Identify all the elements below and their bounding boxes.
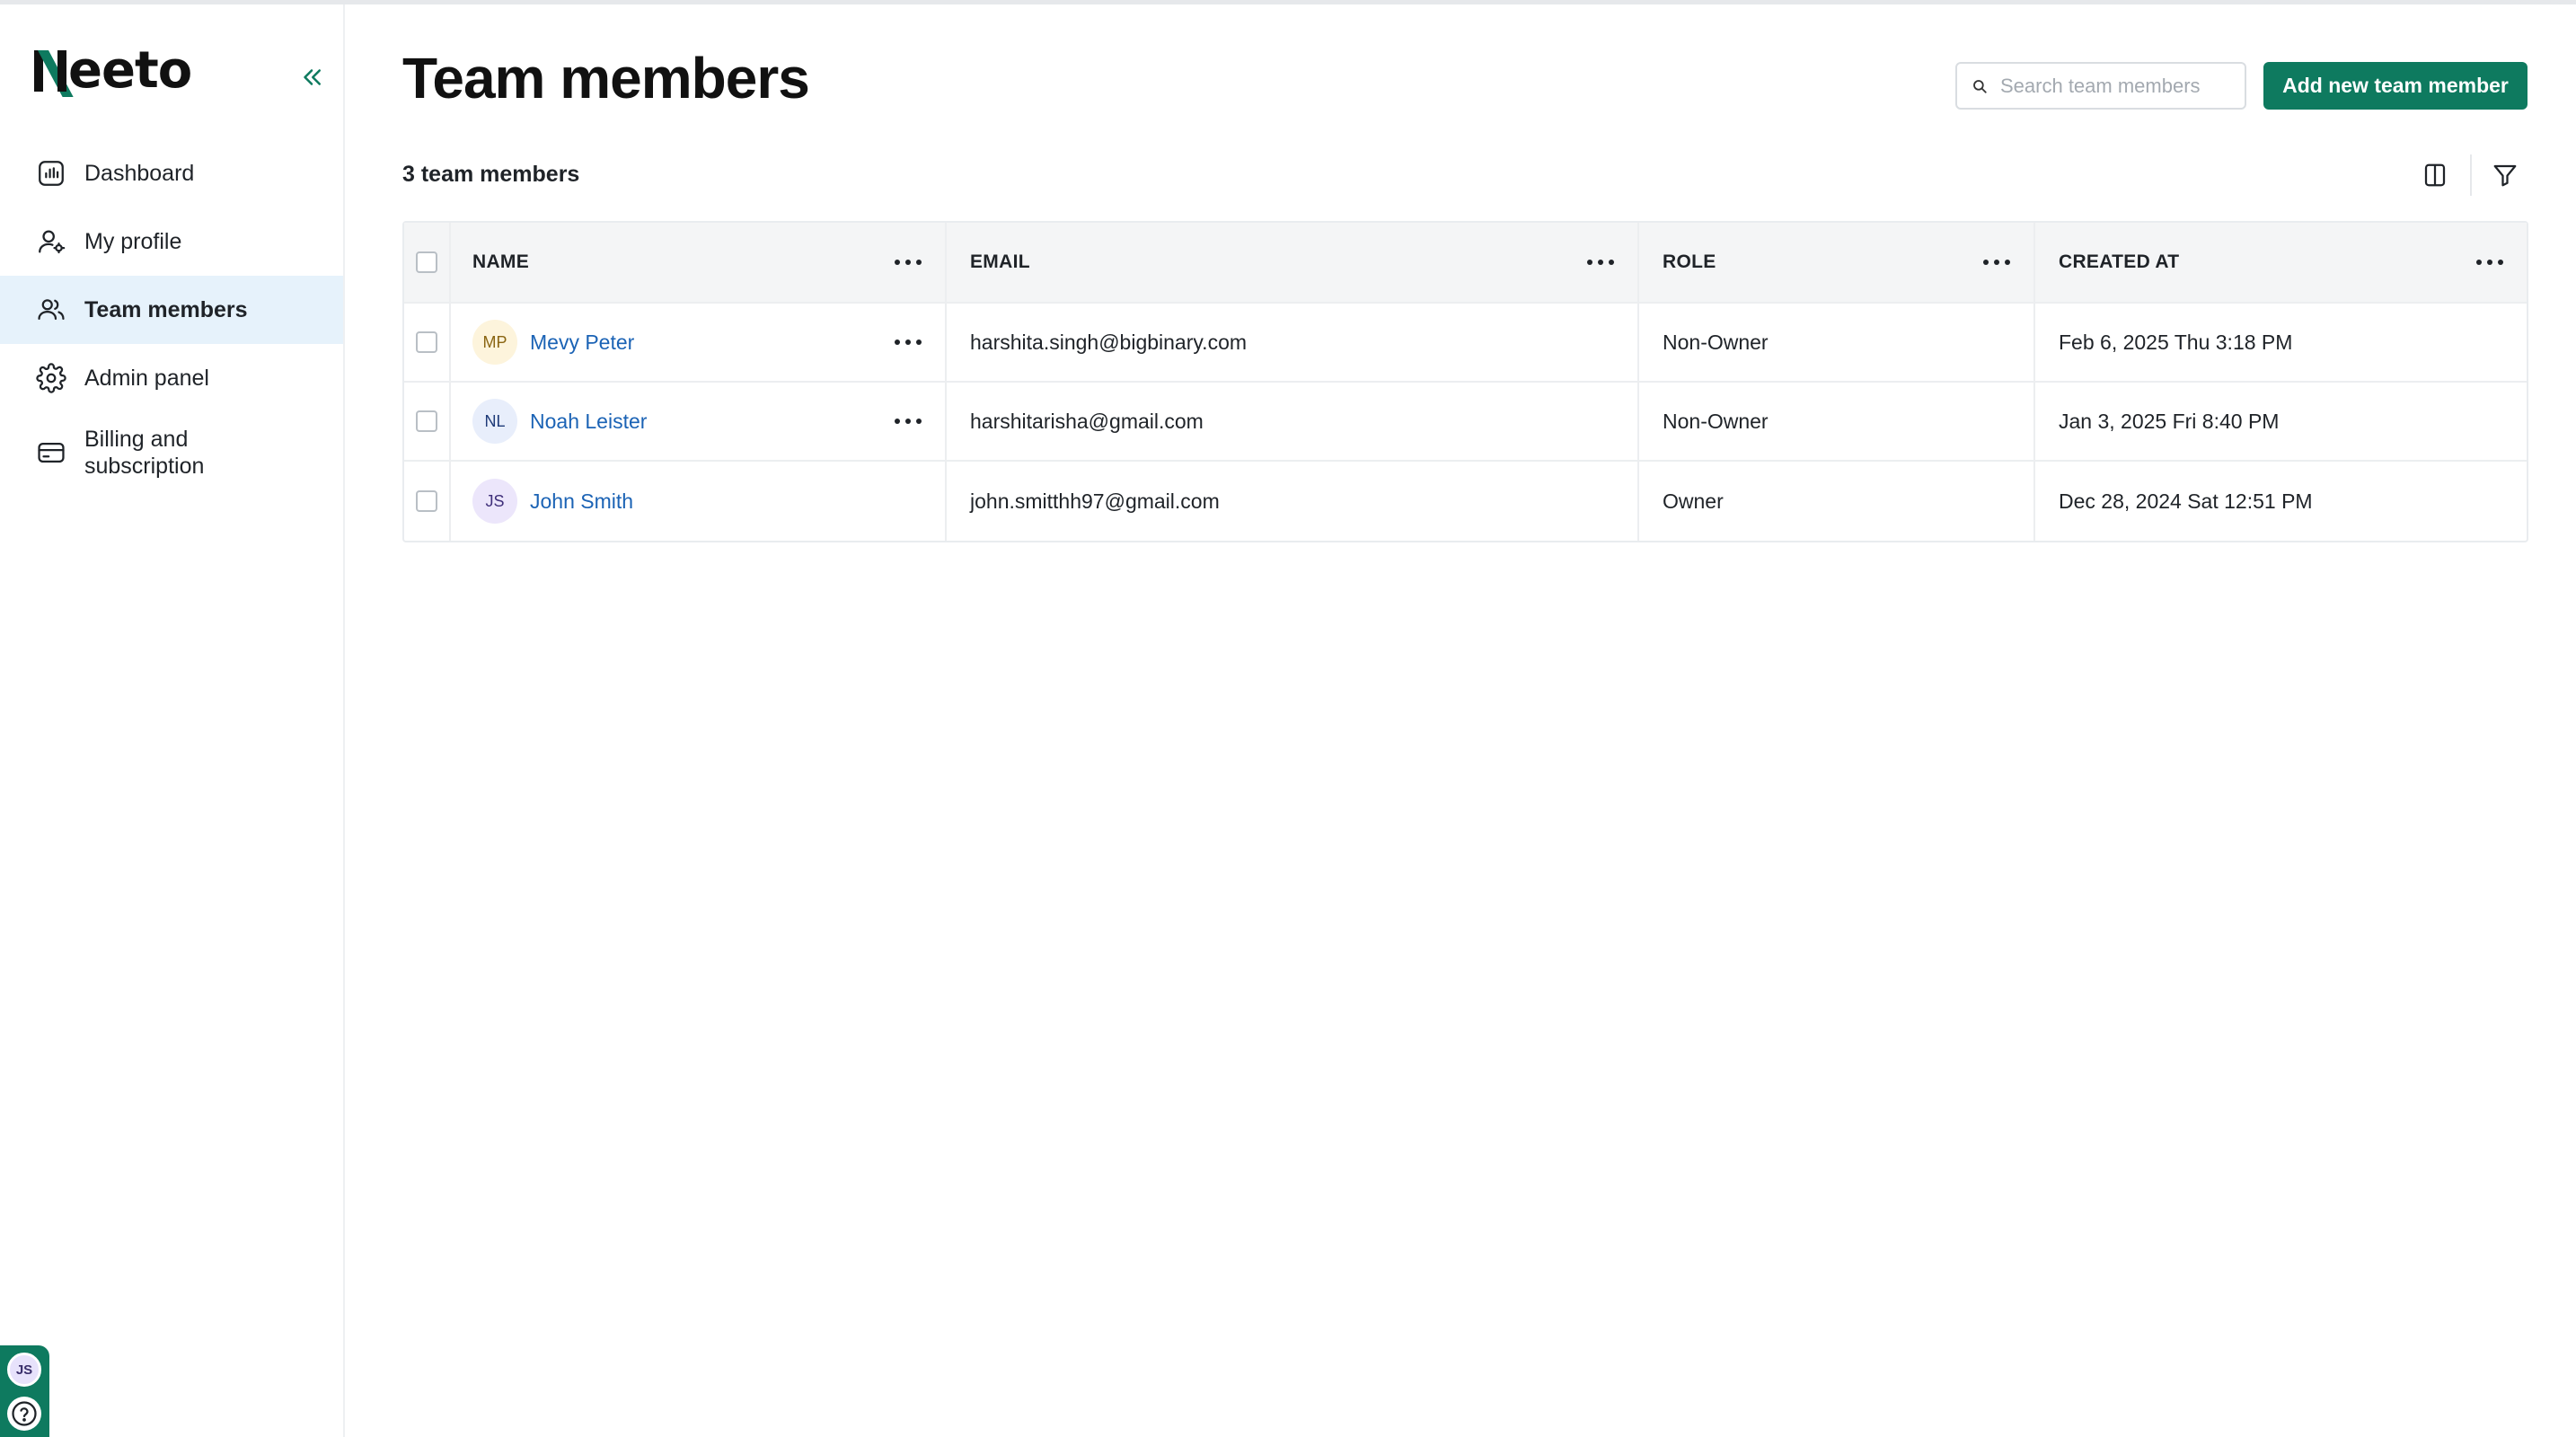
row-checkbox[interactable]: [416, 410, 437, 432]
logo-mark: [34, 50, 74, 97]
row-actions-icon[interactable]: [895, 338, 922, 347]
role-cell: Non-Owner: [1639, 383, 2035, 460]
neeto-logo[interactable]: eeto: [34, 41, 192, 100]
add-team-member-button[interactable]: Add new team member: [2263, 62, 2527, 110]
help-icon[interactable]: [7, 1397, 41, 1431]
sidebar-item-my-profile[interactable]: My profile: [0, 207, 343, 276]
search-field[interactable]: [1955, 62, 2246, 110]
created-at-cell: Dec 28, 2024 Sat 12:51 PM: [2059, 489, 2313, 513]
role-cell: Owner: [1639, 462, 2035, 541]
user-settings-icon: [39, 230, 66, 254]
row-select-cell: [404, 383, 451, 460]
email-cell: harshitarisha@gmail.com: [947, 383, 1639, 460]
row-actions-icon[interactable]: [895, 417, 922, 426]
sidebar-item-label: Billing and subscription: [84, 427, 205, 479]
sidebar: eeto Dashboard My profile Team members A…: [0, 4, 345, 1437]
columns-icon[interactable]: [2422, 162, 2448, 189]
role-cell: Non-Owner: [1639, 304, 2035, 381]
sidebar-item-team-members[interactable]: Team members: [0, 276, 343, 344]
column-header-label: CREATED AT: [2059, 251, 2180, 272]
row-select-cell: [404, 304, 451, 381]
sidebar-item-label: Dashboard: [84, 161, 195, 186]
column-header-label: NAME: [472, 251, 530, 272]
created-at-cell: Jan 3, 2025 Fri 8:40 PM: [2059, 409, 2280, 433]
column-menu-icon[interactable]: [895, 258, 922, 267]
column-header-email[interactable]: EMAIL: [947, 223, 1639, 302]
column-menu-icon[interactable]: [2476, 258, 2503, 267]
email-cell: harshita.singh@bigbinary.com: [947, 304, 1639, 381]
avatar: MP: [472, 320, 517, 365]
search-icon: [1973, 79, 1987, 93]
filter-icon[interactable]: [2492, 162, 2519, 189]
credit-card-icon: [38, 442, 65, 463]
avatar: JS: [472, 479, 517, 524]
search-input[interactable]: [2000, 74, 2234, 98]
member-name-link[interactable]: John Smith: [530, 489, 633, 514]
sidebar-item-billing[interactable]: Billing and subscription: [0, 412, 343, 493]
column-header-label: ROLE: [1663, 251, 1716, 272]
select-all-checkbox[interactable]: [416, 251, 437, 273]
name-cell: NL Noah Leister: [451, 383, 947, 460]
gear-icon: [36, 363, 66, 393]
sidebar-item-admin-panel[interactable]: Admin panel: [0, 344, 343, 412]
column-header-created-at[interactable]: CREATED AT: [2035, 223, 2527, 302]
team-members-table: NAME EMAIL ROLE CREATED AT MP Mevy Peter…: [402, 221, 2528, 542]
created-at-cell: Feb 6, 2025 Thu 3:18 PM: [2059, 330, 2293, 354]
table-row: JS John Smith john.smitthh97@gmail.com O…: [404, 462, 2527, 541]
collapse-sidebar-icon[interactable]: [298, 64, 325, 91]
table-header-row: NAME EMAIL ROLE CREATED AT: [404, 223, 2527, 304]
table-row: NL Noah Leister harshitarisha@gmail.com …: [404, 383, 2527, 462]
logo-text: eeto: [68, 41, 192, 100]
member-count: 3 team members: [402, 162, 580, 187]
select-all-cell: [404, 223, 451, 302]
sidebar-item-label: Team members: [84, 297, 248, 322]
column-header-name[interactable]: NAME: [451, 223, 947, 302]
top-border: [0, 0, 2576, 4]
sidebar-nav: Dashboard My profile Team members Admin …: [0, 139, 343, 493]
column-header-role[interactable]: ROLE: [1639, 223, 2035, 302]
toolbar-divider: [2470, 154, 2472, 196]
users-icon: [38, 299, 65, 321]
row-select-cell: [404, 462, 451, 541]
user-avatar[interactable]: JS: [7, 1353, 41, 1387]
sidebar-item-label: My profile: [84, 229, 182, 254]
page-title: Team members: [402, 46, 810, 110]
row-checkbox[interactable]: [416, 490, 437, 512]
column-header-label: EMAIL: [970, 251, 1030, 272]
name-cell: MP Mevy Peter: [451, 304, 947, 381]
member-name-link[interactable]: Noah Leister: [530, 410, 647, 434]
column-menu-icon[interactable]: [1587, 258, 1614, 267]
sidebar-item-dashboard[interactable]: Dashboard: [0, 139, 343, 207]
column-menu-icon[interactable]: [1983, 258, 2010, 267]
row-checkbox[interactable]: [416, 331, 437, 353]
email-cell: john.smitthh97@gmail.com: [947, 462, 1639, 541]
dashboard-icon: [39, 161, 64, 186]
sidebar-item-label: Admin panel: [84, 366, 209, 391]
table-row: MP Mevy Peter harshita.singh@bigbinary.c…: [404, 304, 2527, 383]
avatar: NL: [472, 399, 517, 444]
member-name-link[interactable]: Mevy Peter: [530, 331, 634, 355]
name-cell: JS John Smith: [451, 462, 947, 541]
